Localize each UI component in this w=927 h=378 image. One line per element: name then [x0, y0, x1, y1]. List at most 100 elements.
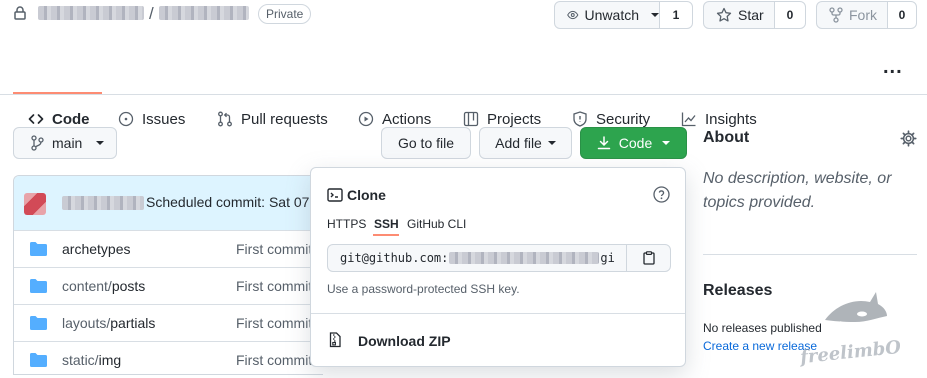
tab-https[interactable]: HTTPS — [327, 217, 366, 231]
eye-icon — [567, 10, 579, 20]
lock-icon — [14, 6, 26, 20]
repo-path-separator: / — [149, 4, 154, 23]
graph-icon — [681, 112, 696, 127]
tab-security-label: Security — [596, 110, 651, 128]
tab-actions-label: Actions — [382, 110, 432, 128]
branch-name: main — [52, 135, 83, 151]
repo-nav: Code Issues Pull requests Actions Projec… — [0, 48, 927, 128]
table-icon — [463, 111, 479, 127]
code-button[interactable]: Code — [580, 127, 687, 159]
tab-issues[interactable]: Issues — [118, 108, 185, 130]
file-commit-message[interactable]: First commit — [236, 352, 312, 368]
clone-url-redacted — [449, 252, 600, 264]
about-description: No description, website, or topics provi… — [703, 170, 892, 211]
visibility-badge: Private — [258, 4, 312, 24]
file-leaf: img — [98, 352, 122, 368]
file-zip-icon — [329, 332, 341, 348]
tab-github-cli[interactable]: GitHub CLI — [407, 217, 466, 231]
clone-title: Clone — [347, 187, 386, 203]
branch-select[interactable]: main — [13, 127, 117, 159]
help-icon[interactable] — [653, 186, 670, 203]
latest-commit-bar: Scheduled commit: Sat 07 — [14, 176, 323, 231]
file-commit-message[interactable]: First commit — [236, 241, 312, 257]
clone-url-input[interactable]: git@github.com: gi — [327, 244, 627, 272]
watermark-text: freelimbO — [799, 336, 902, 369]
tab-ssh[interactable]: SSH — [374, 217, 399, 231]
table-row[interactable]: layouts/partials First commit — [14, 304, 314, 341]
branch-icon — [31, 135, 44, 151]
unwatch-button[interactable]: Unwatch — [554, 1, 660, 29]
folder-icon — [30, 353, 47, 367]
clone-url-suffix: gi — [600, 251, 615, 265]
tab-insights-label: Insights — [705, 110, 757, 128]
tab-pull-requests-label: Pull requests — [241, 110, 328, 128]
shield-icon — [573, 111, 587, 127]
file-commit-message[interactable]: First commit — [236, 315, 312, 331]
add-file-button[interactable]: Add file — [479, 127, 572, 159]
chevron-down-icon — [547, 141, 556, 145]
ssh-hint: Use a password-protected SSH key. — [327, 282, 520, 296]
star-icon — [716, 7, 732, 22]
chevron-down-icon — [662, 141, 671, 145]
download-zip-label: Download ZIP — [358, 333, 451, 349]
table-row[interactable]: archetypes First commit — [14, 230, 314, 267]
table-row[interactable]: content/posts First commit — [14, 267, 314, 304]
go-to-file-button[interactable]: Go to file — [381, 127, 471, 159]
stars-count-value: 0 — [786, 8, 794, 22]
commit-message[interactable]: Scheduled commit: Sat 07 — [146, 194, 309, 210]
watchers-count[interactable]: 1 — [659, 1, 693, 29]
file-leaf: posts — [111, 278, 146, 294]
about-heading: About — [703, 129, 750, 146]
file-leaf: partials — [110, 315, 156, 331]
tab-projects-label: Projects — [487, 110, 542, 128]
download-zip-item[interactable]: Download ZIP — [311, 314, 685, 366]
sidebar-divider — [703, 254, 917, 255]
releases-heading: Releases — [703, 282, 773, 299]
table-row[interactable]: static/img First commit — [14, 341, 314, 378]
stars-count[interactable]: 0 — [774, 1, 806, 29]
copy-url-button[interactable] — [626, 244, 671, 272]
star-label: Star — [738, 7, 764, 23]
tab-issues-label: Issues — [142, 110, 186, 128]
folder-icon — [30, 316, 47, 330]
code-icon — [28, 114, 44, 124]
unwatch-label: Unwatch — [584, 7, 639, 23]
fork-label: Fork — [849, 7, 877, 23]
file-name[interactable]: layouts/partials — [62, 315, 155, 331]
file-dir: static/ — [62, 352, 99, 368]
file-leaf: archetypes — [62, 241, 131, 257]
tab-insights[interactable]: Insights — [681, 108, 757, 130]
download-icon — [597, 136, 611, 150]
repo-name-link[interactable] — [159, 6, 249, 20]
fork-icon — [829, 7, 843, 23]
gear-icon[interactable] — [900, 130, 917, 147]
star-button[interactable]: Star — [703, 1, 775, 29]
watchers-count-value: 1 — [672, 8, 680, 22]
more-menu-button[interactable]: ... — [883, 56, 903, 79]
repo-header: / Private Unwatch 1 Star 0 Fork 0 — [0, 0, 927, 30]
go-to-file-label: Go to file — [397, 135, 455, 151]
file-name[interactable]: archetypes — [62, 241, 130, 257]
folder-icon — [30, 279, 47, 293]
avatar[interactable] — [24, 193, 46, 215]
chevron-down-icon — [651, 13, 659, 17]
forks-count[interactable]: 0 — [887, 1, 917, 29]
file-dir: layouts/ — [62, 315, 111, 331]
add-file-label: Add file — [495, 135, 542, 151]
tab-code-label: Code — [52, 110, 90, 128]
commit-author[interactable] — [62, 196, 144, 210]
terminal-icon — [327, 188, 343, 202]
file-commit-message[interactable]: First commit — [236, 278, 312, 294]
clone-dropdown: Clone HTTPS SSH GitHub CLI git@github.co… — [310, 167, 686, 367]
repo-owner-link[interactable] — [38, 6, 144, 20]
file-name[interactable]: content/posts — [62, 278, 145, 294]
folder-icon — [30, 242, 47, 256]
clone-url-prefix: git@github.com: — [340, 251, 449, 265]
forks-count-value: 0 — [898, 8, 906, 22]
orca-icon — [825, 292, 887, 327]
pull-request-icon — [218, 111, 232, 127]
tab-pull-requests[interactable]: Pull requests — [217, 108, 328, 130]
fork-button[interactable]: Fork — [816, 1, 888, 29]
play-icon — [358, 111, 374, 127]
file-name[interactable]: static/img — [62, 352, 121, 368]
